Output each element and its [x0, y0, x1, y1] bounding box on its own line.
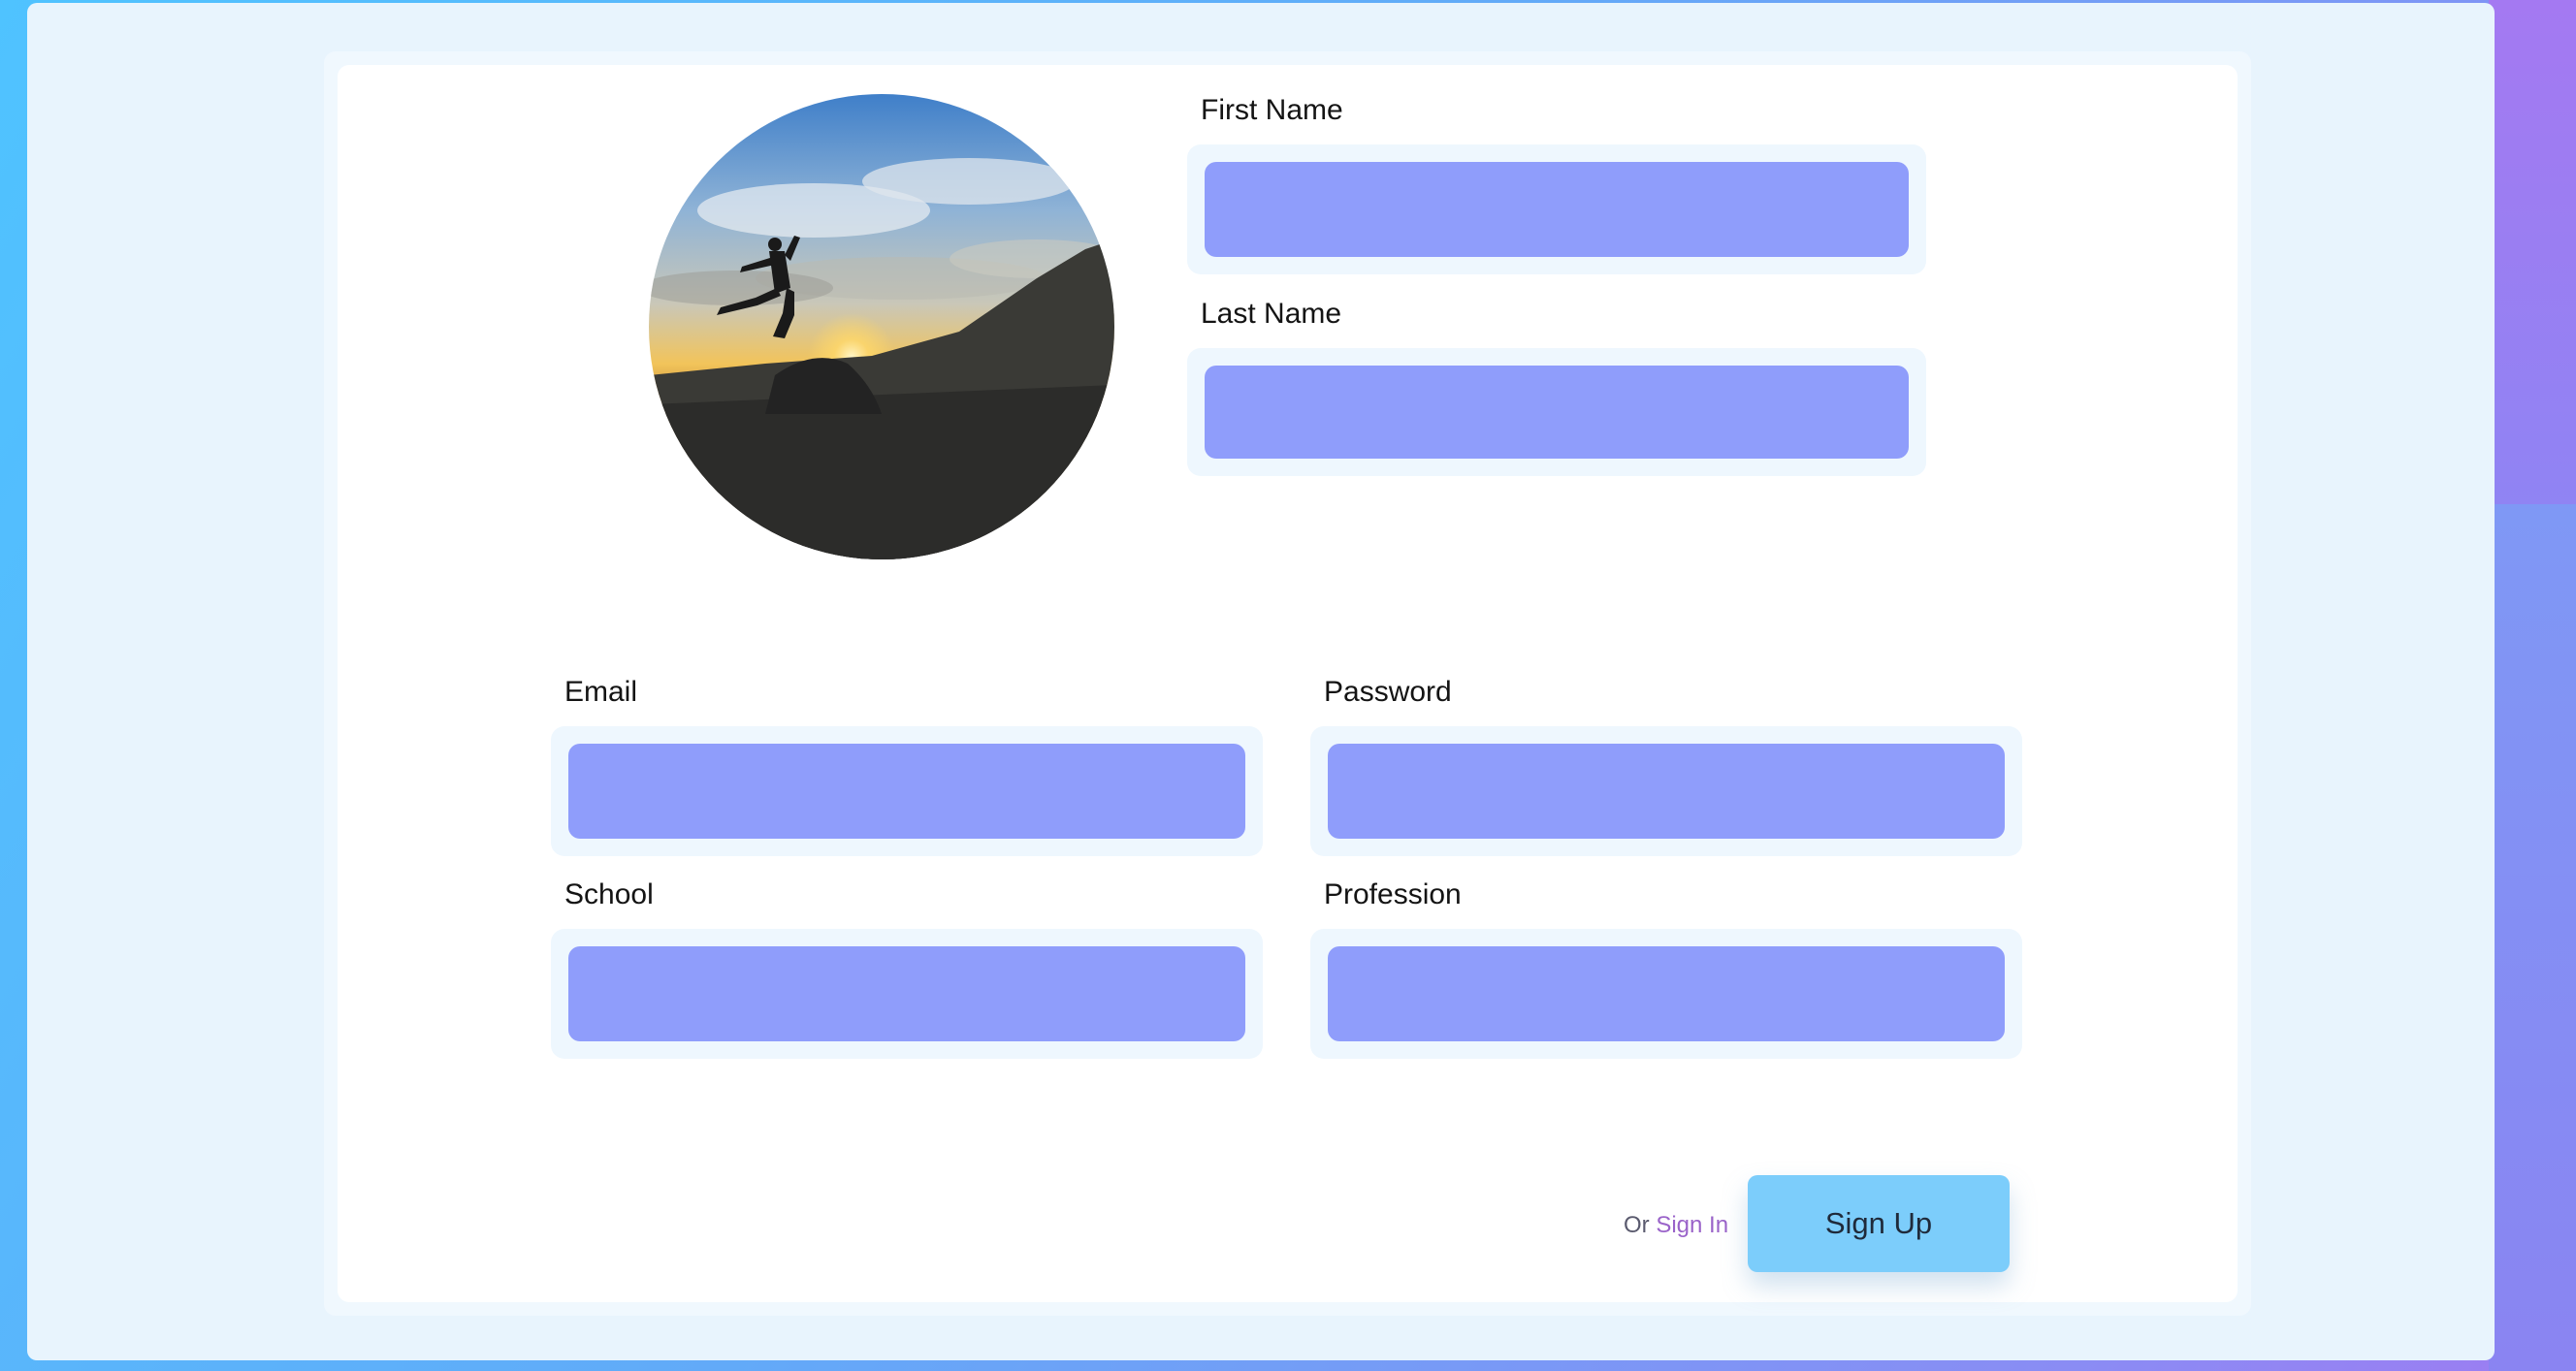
email-input[interactable]	[568, 744, 1245, 839]
signup-card-frame: First Name Last Name Email Password Scho…	[324, 51, 2251, 1316]
profession-input[interactable]	[1328, 946, 2005, 1041]
school-field-frame	[551, 929, 1263, 1059]
sign-in-prompt: Or Sign In	[1624, 1212, 1728, 1239]
password-label: Password	[1324, 676, 1452, 708]
first-name-input[interactable]	[1205, 162, 1909, 257]
first-name-label: First Name	[1201, 94, 1343, 126]
app-window: First Name Last Name Email Password Scho…	[27, 3, 2495, 1360]
password-field-frame	[1310, 726, 2022, 856]
signup-form-card: First Name Last Name Email Password Scho…	[338, 65, 2238, 1302]
email-label: Email	[564, 676, 638, 708]
or-text: Or	[1624, 1212, 1650, 1238]
school-label: School	[564, 878, 654, 910]
profile-photo[interactable]	[649, 94, 1114, 559]
sign-up-button[interactable]: Sign Up	[1748, 1175, 2010, 1272]
email-field-frame	[551, 726, 1263, 856]
background-decoration	[2489, 504, 2576, 1371]
first-name-field-frame	[1187, 144, 1926, 274]
sign-in-link[interactable]: Sign In	[1656, 1212, 1728, 1238]
last-name-label: Last Name	[1201, 298, 1342, 330]
profession-field-frame	[1310, 929, 2022, 1059]
profile-photo-image	[649, 94, 1114, 559]
school-input[interactable]	[568, 946, 1245, 1041]
password-input[interactable]	[1328, 744, 2005, 839]
last-name-input[interactable]	[1205, 366, 1909, 459]
background-decoration	[2489, 0, 2576, 524]
last-name-field-frame	[1187, 348, 1926, 476]
profession-label: Profession	[1324, 878, 1462, 910]
